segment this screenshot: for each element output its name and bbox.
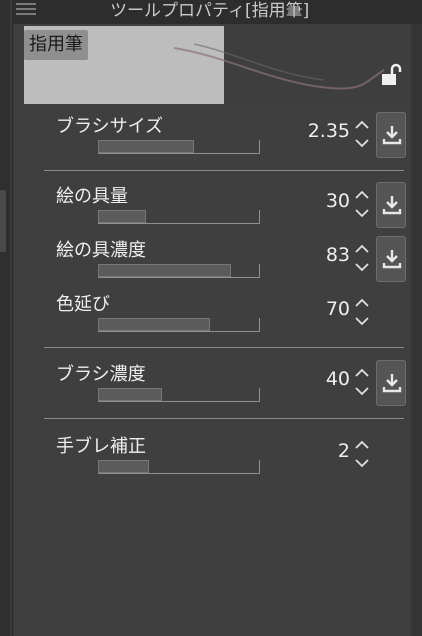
section-divider	[44, 170, 404, 171]
property-value-brush-density[interactable]: 40	[290, 368, 350, 390]
right-edge	[411, 0, 422, 636]
property-row-color-stretch: 色延び 70	[24, 288, 406, 348]
download-icon[interactable]	[376, 236, 406, 282]
property-label-brush-size: ブラシサイズ	[56, 116, 164, 137]
slider-fill-brush-size	[98, 140, 194, 153]
property-value-brush-size[interactable]: 2.35	[290, 120, 350, 142]
property-row-stabilization: 手ブレ補正 2	[24, 430, 406, 490]
left-panel-tab[interactable]	[0, 190, 6, 252]
property-label-brush-density: ブラシ濃度	[56, 364, 146, 385]
property-label-color-stretch: 色延び	[56, 294, 110, 315]
slider-fill-paint-density	[98, 264, 231, 277]
up-down-chevron-icon[interactable]	[354, 240, 370, 276]
property-label-paint-density: 絵の具濃度	[56, 240, 146, 261]
property-value-color-stretch[interactable]: 70	[290, 298, 350, 320]
up-down-chevron-icon[interactable]	[354, 186, 370, 222]
property-row-brush-size: ブラシサイズ 2.35	[24, 110, 406, 170]
up-down-chevron-icon[interactable]	[354, 294, 370, 330]
slider-track-brush-size[interactable]	[98, 140, 260, 154]
property-value-paint-amount[interactable]: 30	[290, 190, 350, 212]
tool-name-tag: 指用筆	[24, 30, 88, 60]
up-down-chevron-icon[interactable]	[354, 436, 370, 472]
slider-fill-stabilization	[98, 460, 149, 473]
panel-title: ツールプロパティ[指用筆]	[110, 1, 310, 21]
slider-fill-color-stretch	[98, 318, 210, 331]
download-icon[interactable]	[376, 182, 406, 228]
property-row-paint-amount: 絵の具量 30	[24, 180, 406, 240]
section-divider	[44, 347, 404, 348]
slider-fill-brush-density	[98, 388, 162, 401]
slider-track-paint-density[interactable]	[98, 264, 260, 278]
hamburger-menu-icon[interactable]	[16, 0, 36, 16]
left-edge	[0, 0, 10, 636]
property-label-stabilization: 手ブレ補正	[56, 436, 146, 457]
property-row-brush-density: ブラシ濃度 40	[24, 358, 406, 418]
up-down-chevron-icon[interactable]	[354, 116, 370, 152]
download-icon[interactable]	[376, 360, 406, 406]
property-value-stabilization[interactable]: 2	[290, 440, 350, 462]
section-divider	[44, 418, 404, 419]
slider-track-color-stretch[interactable]	[98, 318, 260, 332]
slider-track-paint-amount[interactable]	[98, 210, 260, 224]
slider-track-stabilization[interactable]	[98, 460, 260, 474]
property-value-paint-density[interactable]: 83	[290, 244, 350, 266]
property-row-paint-density: 絵の具濃度 83	[24, 234, 406, 294]
up-down-chevron-icon[interactable]	[354, 364, 370, 400]
unlock-icon[interactable]	[378, 62, 404, 88]
slider-track-brush-density[interactable]	[98, 388, 260, 402]
property-label-paint-amount: 絵の具量	[56, 186, 128, 207]
slider-fill-paint-amount	[98, 210, 146, 223]
download-icon[interactable]	[376, 112, 406, 158]
